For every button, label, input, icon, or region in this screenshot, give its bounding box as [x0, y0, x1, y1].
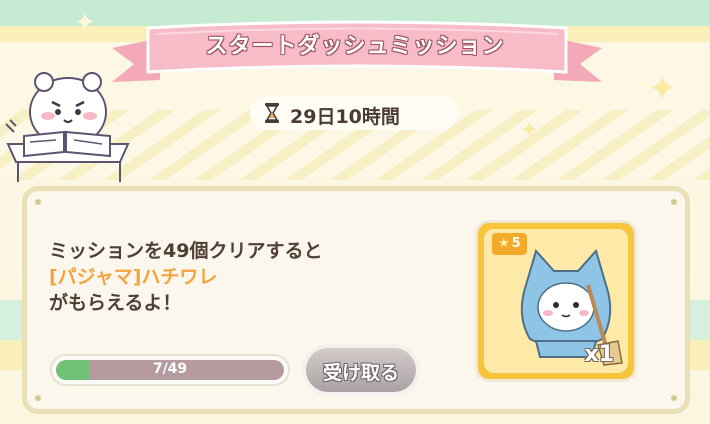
- progress-label: 7/49: [152, 361, 188, 377]
- reward-name: [パジャマ]ハチワレ: [49, 266, 218, 288]
- reward-card-inner: ★ 5 x1: [484, 229, 628, 373]
- claim-button-label: 受け取る: [322, 362, 399, 384]
- sparkle-icon: ✦: [74, 8, 96, 38]
- mission-description-line1: ミッションを49個クリアすると: [49, 240, 323, 262]
- page-title: スタートダッシュミッション: [205, 34, 505, 59]
- time-remaining-text: 29日10時間: [290, 106, 400, 128]
- claim-reward-button[interactable]: 受け取る: [302, 344, 420, 396]
- sparkle-icon: ✦: [520, 118, 539, 143]
- panel-dot: [671, 395, 677, 401]
- mission-progress-bar: 7/49: [50, 354, 290, 386]
- chiikawa-character-illustration: [5, 72, 130, 182]
- reward-quantity: x1: [584, 342, 615, 367]
- rarity-badge: ★ 5: [492, 233, 527, 255]
- hourglass-icon: [265, 103, 279, 123]
- panel-dot: [671, 199, 677, 205]
- panel-dot: [35, 199, 41, 205]
- rarity-value: 5: [511, 236, 521, 251]
- time-remaining-badge: 29日10時間: [250, 96, 458, 130]
- reward-card[interactable]: ★ 5 x1: [475, 220, 637, 382]
- sparkle-icon: ✦: [648, 69, 677, 109]
- claim-button-face: 受け取る: [306, 348, 416, 392]
- panel-dot: [35, 395, 41, 401]
- star-icon: ★: [498, 236, 510, 251]
- mission-description-line3: がもらえるよ！: [49, 292, 182, 314]
